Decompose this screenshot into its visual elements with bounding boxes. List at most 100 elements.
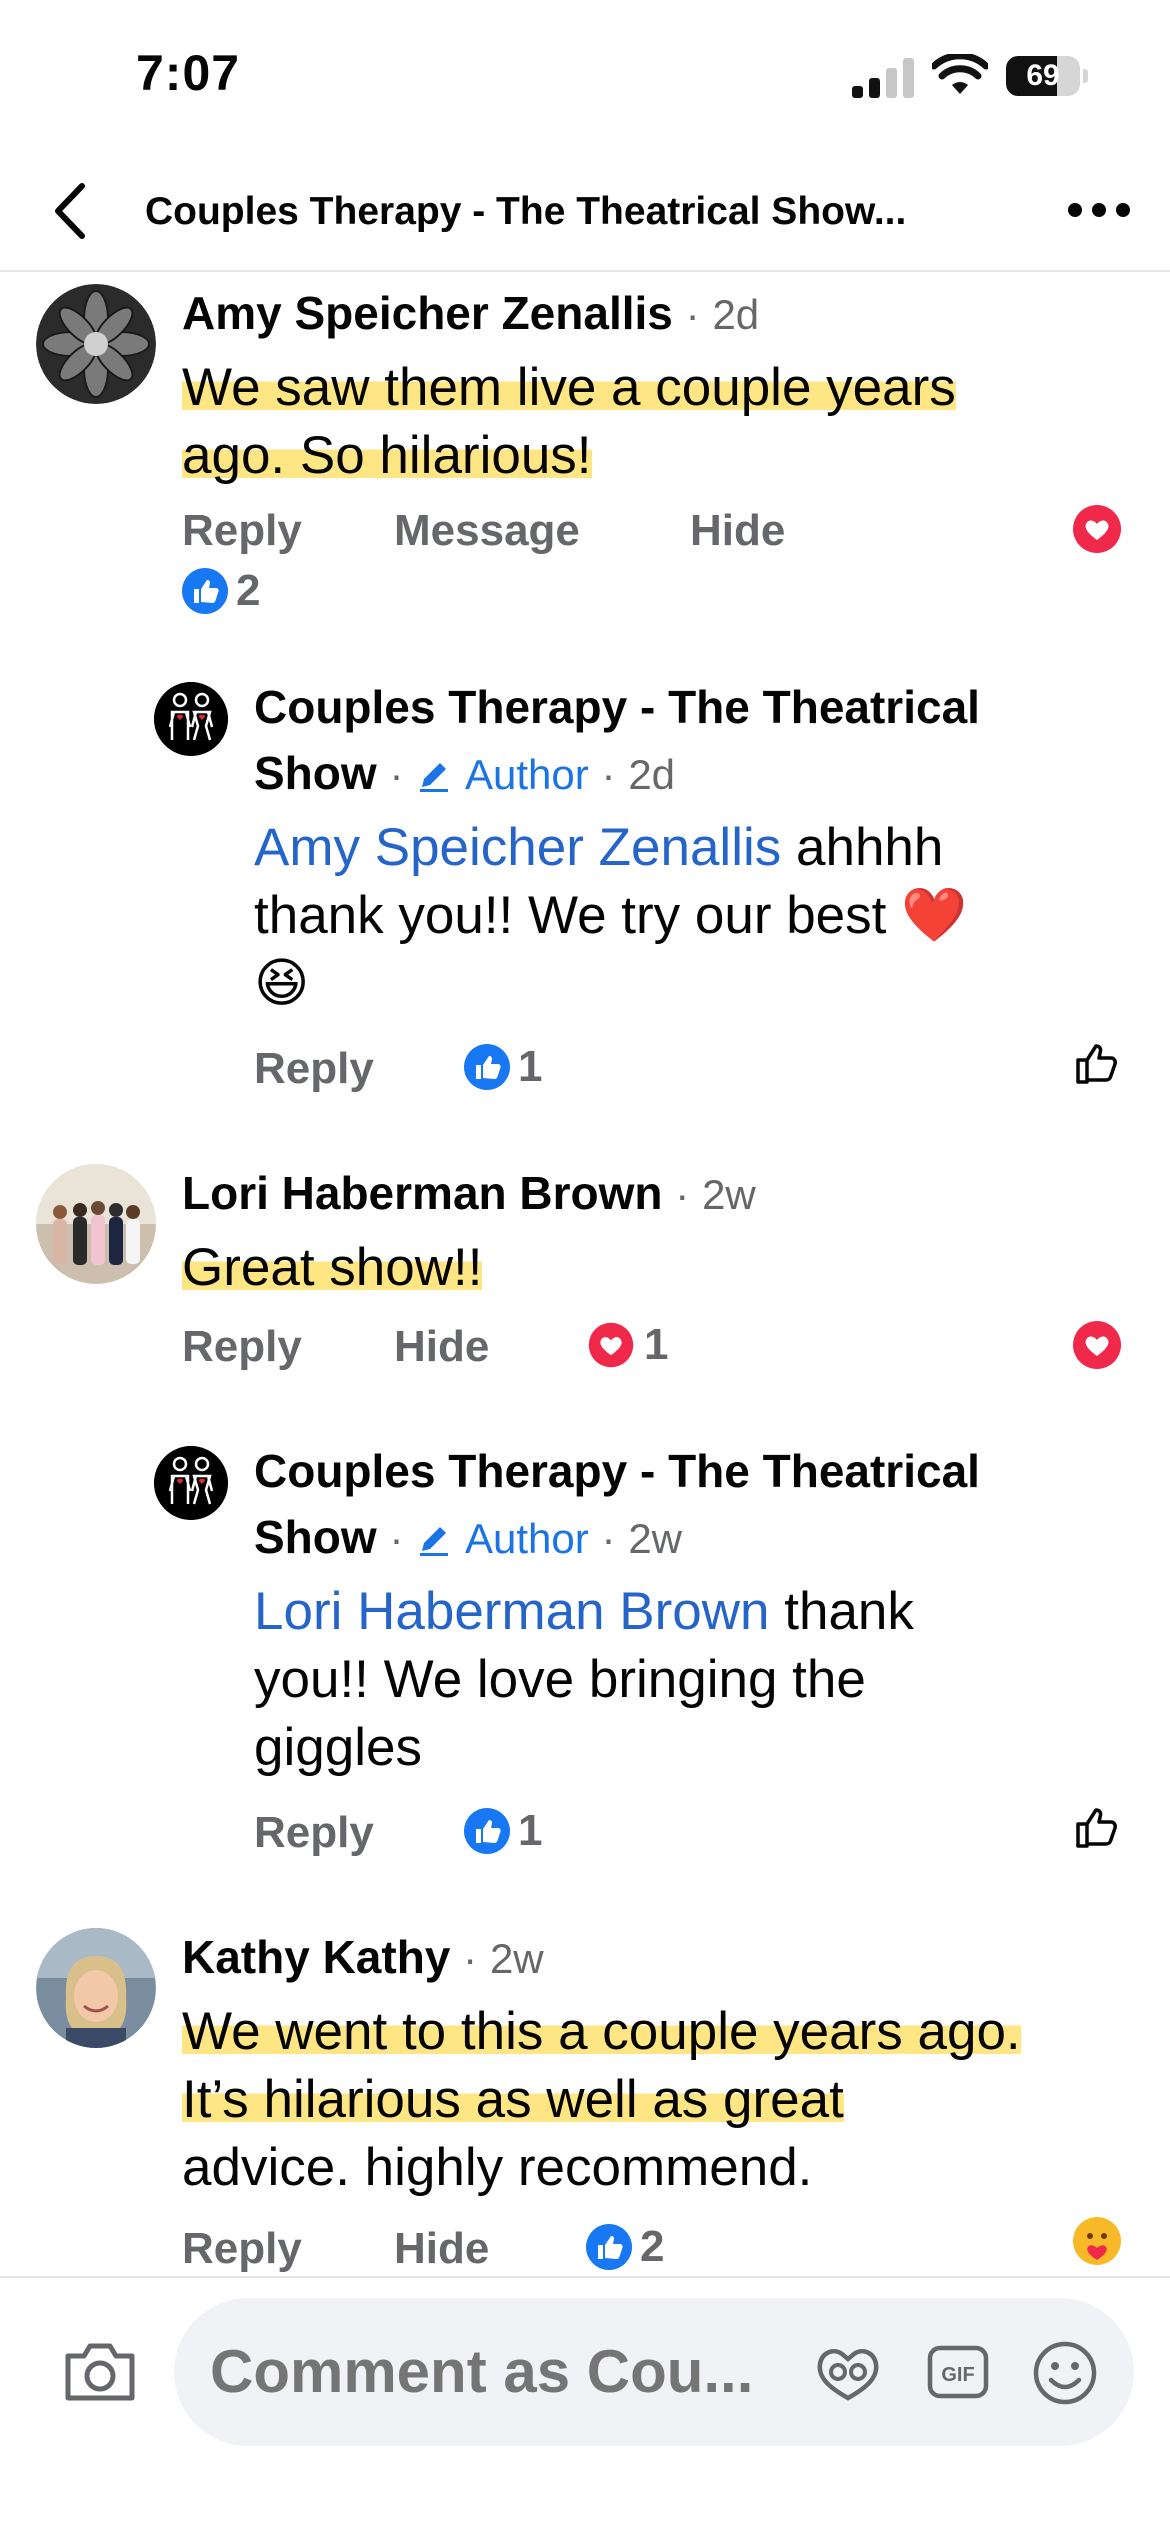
comment-actions: Reply Message Hide [182, 506, 982, 562]
wifi-icon [932, 54, 988, 94]
comment-header: Couples Therapy - The Theatrical [254, 1444, 980, 1498]
comment-text-line: advice. highly recommend. [182, 2138, 813, 2197]
comment-text-line: We saw them live a couple years [182, 358, 956, 417]
mention-link[interactable]: Lori Haberman Brown [254, 1582, 770, 1641]
like-outline-icon[interactable] [1070, 1800, 1124, 1854]
avatar-sticker-icon[interactable] [812, 2340, 884, 2404]
reply-button[interactable]: Reply [254, 1044, 374, 1094]
comment-time[interactable]: 2d [712, 291, 759, 338]
reply-button[interactable]: Reply [182, 2224, 302, 2274]
back-chevron-icon[interactable] [44, 176, 100, 246]
reply-button[interactable]: Reply [254, 1808, 374, 1858]
heart-emoji: ❤️ [901, 886, 968, 945]
comment-time[interactable]: 2w [702, 1171, 756, 1218]
like-reaction-icon [182, 568, 228, 614]
separator: · [685, 291, 700, 338]
comment-text-part: ahhhh [781, 818, 944, 877]
reply-button[interactable]: Reply [182, 1322, 302, 1372]
comment-author-continued[interactable]: Show [254, 1511, 377, 1563]
reaction-summary[interactable]: 1 [464, 1806, 542, 1856]
gif-icon: GIF [927, 2345, 989, 2399]
reaction-count: 1 [644, 1320, 669, 1369]
status-time: 7:07 [136, 45, 241, 101]
avatar[interactable] [36, 284, 156, 404]
comment-author[interactable]: Amy Speicher Zenallis [182, 287, 673, 339]
status-bar: 7:07 69 [0, 0, 1170, 150]
comment-author[interactable]: Lori Haberman Brown [182, 1167, 663, 1219]
comment-input[interactable] [210, 2298, 770, 2446]
comment-text: Lori Haberman Brown thank you!! We love … [254, 1578, 1134, 1782]
comment: Amy Speicher Zenallis · 2d We saw them l… [0, 280, 1170, 630]
love-reaction-icon[interactable] [1070, 1318, 1124, 1372]
reaction-count: 1 [518, 1806, 543, 1855]
reaction-summary[interactable]: 1 [586, 1320, 668, 1370]
battery-percent: 69 [1026, 59, 1060, 92]
pencil-icon [420, 1527, 449, 1556]
comment-actions: Reply [254, 1044, 854, 1100]
comment-text-line: We went to this a couple years ago. [182, 2002, 1021, 2061]
comment-text: We went to this a couple years ago. It’s… [182, 1998, 1142, 2202]
comment-box[interactable]: GIF [174, 2298, 1134, 2446]
hide-button[interactable]: Hide [690, 506, 785, 556]
reaction-count: 2 [236, 566, 261, 615]
separator: · [389, 751, 404, 798]
like-reaction-icon [586, 2224, 632, 2270]
couple-logo-icon [154, 1446, 228, 1520]
comment-text: Amy Speicher Zenallis ahhhh thank you!! … [254, 814, 1134, 1018]
comment-author[interactable]: Couples Therapy - The Theatrical [254, 1445, 980, 1497]
like-outline-icon[interactable] [1070, 1036, 1124, 1090]
separator: · [463, 1935, 478, 1982]
header: Couples Therapy - The Theatrical Show... [0, 150, 1170, 272]
comment-text-line: ago. So hilarious! [182, 426, 592, 485]
group-photo-icon [36, 1164, 156, 1284]
comment-reply: Couples Therapy - The Theatrical Show · … [0, 670, 1170, 1110]
bow-photo-icon [36, 284, 156, 404]
mention-link[interactable]: Amy Speicher Zenallis [254, 818, 781, 877]
reaction-summary[interactable]: 1 [464, 1042, 542, 1092]
reaction-summary[interactable]: 2 [586, 2222, 664, 2272]
comment: Lori Haberman Brown · 2w Great show!! Re… [0, 1160, 1170, 1390]
comment-author-continued[interactable]: Show [254, 747, 377, 799]
comment-reply: Couples Therapy - The Theatrical Show · … [0, 1434, 1170, 1874]
comment-time[interactable]: 2w [490, 1935, 544, 1982]
comment-header: Amy Speicher Zenallis · 2d [182, 286, 759, 340]
avatar[interactable] [36, 1164, 156, 1284]
separator: · [675, 1171, 690, 1218]
message-button[interactable]: Message [394, 506, 580, 556]
cellular-signal-icon [852, 58, 914, 98]
comment-text-part: thank [769, 1582, 914, 1641]
comment-header-line2: Show · Author · 2w [254, 1510, 682, 1564]
like-reaction-icon [464, 1044, 510, 1090]
comment-header: Couples Therapy - The Theatrical [254, 680, 980, 734]
separator: · [601, 1515, 616, 1562]
hide-button[interactable]: Hide [394, 2224, 489, 2274]
comment-actions: Reply [254, 1808, 854, 1864]
comment-time[interactable]: 2d [628, 751, 675, 798]
hug-care-reaction-icon[interactable] [1070, 2214, 1124, 2268]
comment-header-line2: Show · Author · 2d [254, 746, 675, 800]
comment-author[interactable]: Kathy Kathy [182, 1931, 450, 1983]
separator: · [389, 1515, 404, 1562]
comment-author[interactable]: Couples Therapy - The Theatrical [254, 681, 980, 733]
emoji-icon[interactable] [1030, 2338, 1100, 2408]
separator: · [601, 751, 616, 798]
gif-button[interactable]: GIF [922, 2340, 994, 2404]
avatar[interactable] [154, 1446, 228, 1520]
camera-icon[interactable] [62, 2338, 138, 2404]
comment-time[interactable]: 2w [628, 1515, 682, 1562]
reaction-summary[interactable]: 2 [182, 566, 260, 616]
avatar[interactable] [36, 1928, 156, 2048]
profile-photo-icon [36, 1928, 156, 2048]
hide-button[interactable]: Hide [394, 1322, 489, 1372]
comment-text-line: giggles [254, 1718, 422, 1777]
comment-header: Kathy Kathy · 2w [182, 1930, 544, 1984]
laughing-emoji: 😆 [254, 954, 310, 1013]
comment-composer: GIF [0, 2276, 1170, 2532]
love-reaction-icon[interactable] [1070, 502, 1124, 556]
avatar[interactable] [154, 682, 228, 756]
more-options-icon[interactable] [1064, 190, 1134, 230]
page-title: Couples Therapy - The Theatrical Show... [145, 190, 907, 233]
comment-text-line: you!! We love bringing the [254, 1650, 866, 1709]
reply-button[interactable]: Reply [182, 506, 302, 556]
comment: Kathy Kathy · 2w We went to this a coupl… [0, 1924, 1170, 2276]
